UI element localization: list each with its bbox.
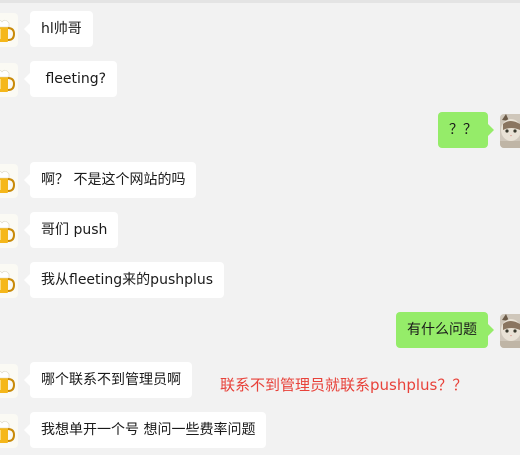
chat-message-row: 哥们 push [0, 212, 300, 252]
beer-mug-icon[interactable] [0, 13, 18, 47]
chat-message-row: 有什么问题 [320, 312, 520, 352]
cat-photo-icon[interactable] [500, 314, 520, 348]
chat-message-row: fleeting? [0, 61, 300, 101]
chat-message-row: 我想单开一个号 想问一些费率问题 [0, 412, 300, 452]
message-bubble[interactable]: hl帅哥 [24, 11, 93, 47]
chat-message-row: 啊？ 不是这个网站的吗 [0, 162, 300, 202]
message-bubble[interactable]: 我从fleeting来的pushplus [23, 262, 225, 298]
chat-message-row: hl帅哥 [0, 11, 300, 51]
message-bubble[interactable]: ？？ [438, 112, 494, 148]
message-bubble[interactable]: fleeting? [23, 61, 118, 97]
beer-mug-icon[interactable] [0, 414, 18, 448]
message-bubble[interactable]: 哥们 push [23, 212, 119, 248]
top-divider [0, 0, 520, 3]
cat-photo-icon[interactable] [500, 114, 520, 148]
message-bubble[interactable]: 有什么问题 [396, 312, 494, 348]
beer-mug-icon[interactable] [0, 214, 18, 248]
beer-mug-icon[interactable] [0, 264, 18, 298]
beer-mug-icon[interactable] [0, 364, 18, 398]
chat-message-row: 哪个联系不到管理员啊 [0, 362, 210, 402]
chat-message-row: ？？ [400, 112, 520, 152]
message-bubble[interactable]: 哪个联系不到管理员啊 [24, 362, 192, 398]
chat-message-row: 我从fleeting来的pushplus [0, 262, 300, 302]
message-bubble[interactable]: 我想单开一个号 想问一些费率问题 [23, 412, 267, 448]
message-bubble[interactable]: 啊？ 不是这个网站的吗 [23, 162, 197, 198]
red-annotation-text: 联系不到管理员就联系pushplus？？ [220, 376, 468, 394]
beer-mug-icon[interactable] [0, 164, 18, 198]
beer-mug-icon[interactable] [0, 63, 18, 97]
